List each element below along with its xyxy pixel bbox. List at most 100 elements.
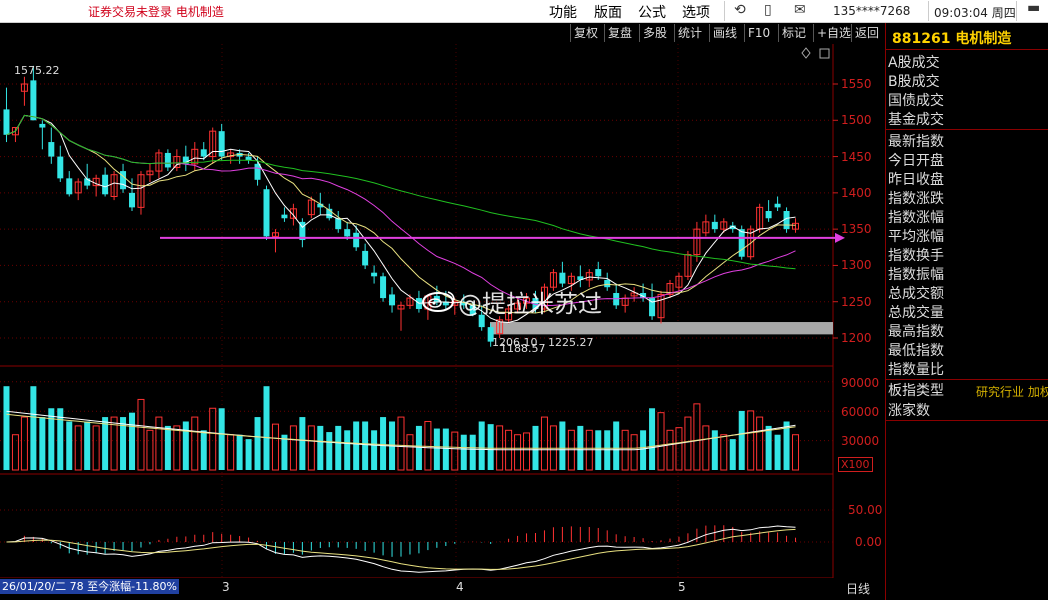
- info-row-label: 总成交量: [888, 305, 944, 321]
- f10-button[interactable]: F10: [744, 24, 773, 42]
- volume-bar: [540, 416, 548, 471]
- phone-icon[interactable]: ▯: [764, 2, 772, 18]
- divider: [928, 1, 929, 21]
- volume-bar: [711, 430, 718, 470]
- info-row-label: 指数涨跌: [888, 191, 944, 207]
- menu-formula[interactable]: 公式: [638, 2, 666, 22]
- volume-bar: [74, 425, 82, 471]
- info-row-label: 基金成交: [888, 112, 944, 128]
- candle-body: [335, 218, 342, 230]
- refresh-icon[interactable]: ⟲: [734, 2, 746, 18]
- volume-tick: 30000: [841, 434, 880, 448]
- candle-body: [263, 189, 270, 237]
- clock: 09:03:04 周四: [934, 6, 1016, 20]
- mark-button[interactable]: 标记: [778, 24, 809, 42]
- volume-bar: [353, 421, 360, 470]
- price-tick: 1250: [841, 295, 872, 309]
- info-row-label: 指数振幅: [888, 267, 944, 283]
- price-tick: 1350: [841, 222, 872, 236]
- price-tick: 1500: [841, 113, 872, 127]
- info-row-label: 最低指数: [888, 343, 944, 359]
- info-row-label: 今日开盘: [888, 153, 944, 169]
- kline-chart[interactable]: [0, 44, 885, 600]
- candle-body: [30, 80, 37, 121]
- volume-bar: [164, 425, 171, 470]
- back-button[interactable]: 返回: [851, 24, 882, 42]
- menu-layout[interactable]: 版面: [594, 2, 622, 22]
- volume-bar: [702, 425, 710, 471]
- stock-code-name: 881261 电机制造: [892, 31, 1012, 47]
- month-label: 4: [456, 580, 464, 594]
- restore-rights-button[interactable]: 复权: [570, 24, 601, 42]
- candle-body: [218, 131, 225, 157]
- volume-tick: 60000: [841, 405, 880, 419]
- volume-bar: [137, 398, 145, 471]
- volume-bar: [460, 434, 467, 470]
- volume-bar: [66, 421, 73, 470]
- volume-bar: [3, 386, 10, 470]
- info-row-label: 指数量比: [888, 362, 944, 378]
- account-number[interactable]: 135****7268: [833, 4, 910, 18]
- multi-stock-button[interactable]: 多股: [639, 24, 670, 42]
- volume-bar: [406, 434, 414, 471]
- volume-bar: [129, 412, 136, 470]
- volume-bar: [191, 416, 199, 471]
- candle-body: [245, 156, 252, 161]
- range-info: 26/01/20/二 78 至今涨幅-11.80%: [0, 579, 180, 594]
- replay-button[interactable]: 复盘: [604, 24, 635, 42]
- candle-body: [254, 163, 261, 180]
- info-row-label: B股成交: [888, 74, 940, 90]
- period-tab[interactable]: 日线: [846, 580, 870, 597]
- volume-bar: [415, 425, 422, 470]
- volume-bar: [433, 428, 440, 470]
- candle-body: [774, 203, 781, 208]
- volume-bar: [478, 421, 485, 470]
- volume-bar: [245, 439, 252, 470]
- volume-bar: [344, 430, 351, 470]
- volume-bar: [173, 425, 181, 471]
- volume-bar: [675, 427, 683, 471]
- divider: [886, 129, 1048, 130]
- watermark: @提拉米苏过: [458, 290, 602, 318]
- volume-bar: [335, 425, 342, 470]
- info-row-label: 板指类型: [888, 383, 944, 399]
- info-row-label: 涨家数: [888, 403, 930, 419]
- window-title: 证券交易未登录 电机制造: [88, 5, 224, 19]
- volume-bar: [102, 417, 109, 470]
- candle-body: [389, 294, 396, 306]
- mail-icon[interactable]: ✉: [794, 2, 806, 18]
- menu-options[interactable]: 选项: [682, 2, 710, 22]
- volume-unit: X100: [838, 457, 873, 472]
- volume-bar: [630, 434, 638, 471]
- add-watchlist-button[interactable]: +自选: [813, 24, 854, 42]
- ma10-line: [6, 114, 796, 314]
- month-label: 5: [678, 580, 686, 594]
- square-icon: [819, 48, 830, 59]
- volume-bar: [146, 429, 154, 471]
- minimize-icon[interactable]: ▬: [1027, 0, 1040, 16]
- volume-bar: [182, 421, 189, 470]
- volume-bar: [254, 417, 261, 470]
- volume-bar: [684, 416, 692, 471]
- price-tick: 1400: [841, 186, 872, 200]
- volume-bar: [720, 434, 728, 471]
- candle-body: [353, 232, 360, 248]
- draw-line-button[interactable]: 画线: [709, 24, 740, 42]
- volume-bar: [227, 434, 235, 471]
- price-tick: 1550: [841, 77, 872, 91]
- volume-bar: [693, 403, 701, 471]
- volume-bar: [469, 434, 476, 470]
- candle-body: [57, 156, 64, 179]
- volume-bar: [792, 434, 800, 471]
- menu-function[interactable]: 功能: [549, 2, 577, 22]
- candle-body: [120, 171, 127, 190]
- price-tick: 1200: [841, 331, 872, 345]
- info-row-label: 指数换手: [888, 248, 944, 264]
- volume-bar: [738, 410, 745, 470]
- high-price-label: 1575.22: [14, 64, 60, 77]
- statistics-button[interactable]: 统计: [674, 24, 705, 42]
- candle-body: [362, 250, 369, 266]
- candle-body: [129, 192, 136, 208]
- volume-bar: [523, 432, 531, 471]
- volume-bar: [155, 416, 163, 471]
